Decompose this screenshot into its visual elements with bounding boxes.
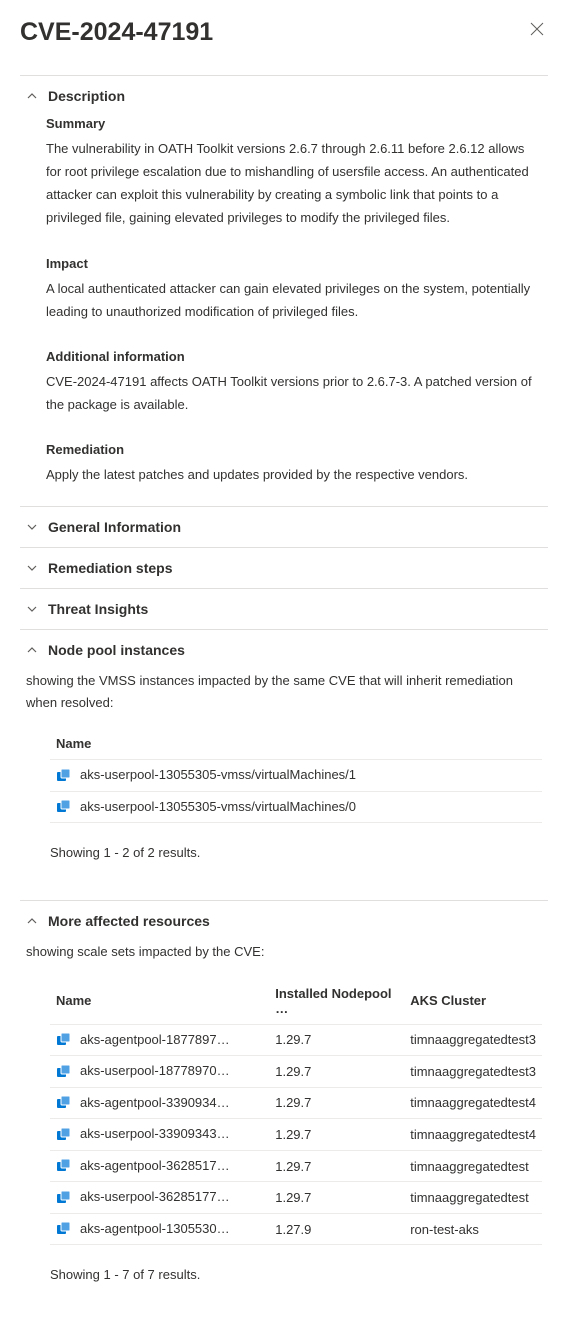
additional-info-label: Additional information	[46, 349, 542, 364]
resource-name: aks-agentpool-3390934…	[80, 1095, 230, 1110]
vmss-icon	[56, 1221, 72, 1237]
vmss-icon	[56, 1190, 72, 1206]
node-pool-table: Name aks-userpool-13055305-vmss/virtualM…	[50, 728, 542, 823]
resource-version: 1.29.7	[269, 1056, 404, 1088]
vmss-icon	[56, 799, 72, 815]
table-row[interactable]: aks-userpool-33909343… 1.29.7timnaaggrega…	[50, 1119, 542, 1151]
section-toggle-general-info[interactable]: General Information	[20, 507, 548, 547]
resource-name: aks-userpool-13055305-vmss/virtualMachin…	[80, 767, 356, 782]
vmss-icon	[56, 768, 72, 784]
section-toggle-threat-insights[interactable]: Threat Insights	[20, 589, 548, 629]
chevron-down-icon	[26, 563, 38, 573]
resource-name: aks-userpool-18778970…	[80, 1063, 230, 1078]
impact-text: A local authenticated attacker can gain …	[46, 277, 542, 323]
resource-version: 1.29.7	[269, 1182, 404, 1214]
resource-cluster: ron-test-aks	[404, 1213, 542, 1245]
table-row[interactable]: aks-userpool-13055305-vmss/virtualMachin…	[50, 760, 542, 792]
resource-version: 1.27.9	[269, 1213, 404, 1245]
resource-cluster: timnaaggregatedtest4	[404, 1087, 542, 1119]
vmss-icon	[56, 1127, 72, 1143]
section-title-threat-insights: Threat Insights	[48, 601, 148, 617]
table-row[interactable]: aks-userpool-13055305-vmss/virtualMachin…	[50, 791, 542, 823]
remediation-label: Remediation	[46, 442, 542, 457]
close-icon	[530, 22, 544, 36]
affected-col-version[interactable]: Installed Nodepool …	[269, 978, 404, 1025]
table-row[interactable]: aks-userpool-36285177… 1.29.7timnaaggrega…	[50, 1182, 542, 1214]
remediation-text: Apply the latest patches and updates pro…	[46, 463, 542, 486]
resource-cluster: timnaaggregatedtest3	[404, 1056, 542, 1088]
vmss-icon	[56, 1032, 72, 1048]
chevron-down-icon	[26, 604, 38, 614]
chevron-up-icon	[26, 916, 38, 926]
resource-version: 1.29.7	[269, 1087, 404, 1119]
resource-cluster: timnaaggregatedtest	[404, 1150, 542, 1182]
resource-version: 1.29.7	[269, 1150, 404, 1182]
table-row[interactable]: aks-agentpool-3390934… 1.29.7timnaaggrega…	[50, 1087, 542, 1119]
affected-showing: Showing 1 - 7 of 7 results.	[20, 1253, 548, 1304]
vmss-icon	[56, 1064, 72, 1080]
impact-label: Impact	[46, 256, 542, 271]
resource-name: aks-userpool-36285177…	[80, 1189, 230, 1204]
resource-name: aks-userpool-33909343…	[80, 1126, 230, 1141]
section-title-node-pool: Node pool instances	[48, 642, 185, 658]
chevron-down-icon	[26, 522, 38, 532]
affected-col-cluster[interactable]: AKS Cluster	[404, 978, 542, 1025]
section-title-more-affected: More affected resources	[48, 913, 210, 929]
summary-label: Summary	[46, 116, 542, 131]
close-button[interactable]	[526, 18, 548, 42]
resource-name: aks-userpool-13055305-vmss/virtualMachin…	[80, 799, 356, 814]
summary-text: The vulnerability in OATH Toolkit versio…	[46, 137, 542, 230]
chevron-up-icon	[26, 91, 38, 101]
section-toggle-node-pool[interactable]: Node pool instances	[20, 630, 548, 670]
resource-name: aks-agentpool-1877897…	[80, 1032, 230, 1047]
node-pool-intro: showing the VMSS instances impacted by t…	[20, 670, 548, 728]
table-row[interactable]: aks-userpool-18778970… 1.29.7timnaaggrega…	[50, 1056, 542, 1088]
affected-col-name[interactable]: Name	[50, 978, 269, 1025]
section-title-remediation-steps: Remediation steps	[48, 560, 172, 576]
resource-version: 1.29.7	[269, 1119, 404, 1151]
section-toggle-description[interactable]: Description	[20, 76, 548, 116]
node-pool-col-name[interactable]: Name	[50, 728, 542, 760]
section-toggle-remediation-steps[interactable]: Remediation steps	[20, 548, 548, 588]
affected-table: Name Installed Nodepool … AKS Cluster ak…	[50, 978, 542, 1246]
table-row[interactable]: aks-agentpool-3628517… 1.29.7timnaaggrega…	[50, 1150, 542, 1182]
chevron-up-icon	[26, 645, 38, 655]
resource-name: aks-agentpool-1305530…	[80, 1221, 230, 1236]
resource-cluster: timnaaggregatedtest3	[404, 1024, 542, 1056]
vmss-icon	[56, 1158, 72, 1174]
resource-cluster: timnaaggregatedtest	[404, 1182, 542, 1214]
node-pool-showing: Showing 1 - 2 of 2 results.	[20, 831, 548, 882]
resource-name: aks-agentpool-3628517…	[80, 1158, 230, 1173]
table-row[interactable]: aks-agentpool-1877897… 1.29.7timnaaggrega…	[50, 1024, 542, 1056]
table-row[interactable]: aks-agentpool-1305530… 1.27.9ron-test-aks	[50, 1213, 542, 1245]
page-title: CVE-2024-47191	[20, 18, 213, 47]
section-title-general-info: General Information	[48, 519, 181, 535]
resource-cluster: timnaaggregatedtest4	[404, 1119, 542, 1151]
resource-version: 1.29.7	[269, 1024, 404, 1056]
vmss-icon	[56, 1095, 72, 1111]
additional-info-text: CVE-2024-47191 affects OATH Toolkit vers…	[46, 370, 542, 416]
section-title-description: Description	[48, 88, 125, 104]
more-affected-intro: showing scale sets impacted by the CVE:	[20, 941, 548, 977]
section-toggle-more-affected[interactable]: More affected resources	[20, 901, 548, 941]
